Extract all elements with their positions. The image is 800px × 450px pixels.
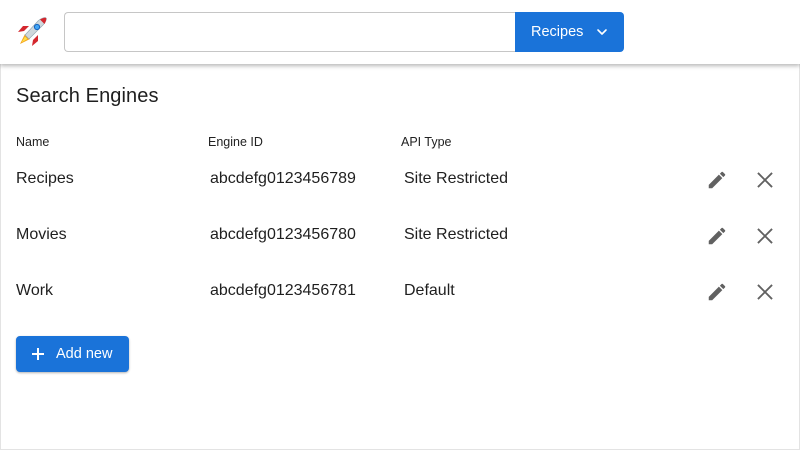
engine-select-button[interactable]: Recipes: [515, 12, 624, 52]
close-icon: [757, 172, 773, 188]
content-frame: [0, 64, 800, 450]
edit-button[interactable]: [705, 280, 729, 304]
table-row: Recipes abcdefg0123456789 Site Restricte…: [0, 160, 800, 200]
row-api-type: Default: [404, 282, 455, 299]
pencil-icon: [708, 171, 726, 189]
page-title: Search Engines: [16, 85, 159, 107]
pencil-icon: [708, 283, 726, 301]
add-new-label: Add new: [56, 346, 113, 362]
delete-button[interactable]: [753, 280, 777, 304]
plus-icon: [32, 348, 44, 360]
row-name: Work: [16, 282, 54, 299]
row-engine-id: abcdefg0123456780: [210, 226, 356, 243]
delete-button[interactable]: [753, 224, 777, 248]
edit-button[interactable]: [705, 224, 729, 248]
row-name: Movies: [16, 226, 67, 243]
edit-button[interactable]: [705, 168, 729, 192]
app-header: Recipes: [0, 0, 800, 64]
row-engine-id: abcdefg0123456789: [210, 170, 356, 187]
column-header-api-type: API Type: [401, 135, 452, 149]
table-row: Work abcdefg0123456781 Default: [0, 272, 800, 312]
add-new-button[interactable]: Add new: [16, 336, 129, 372]
rocket-icon[interactable]: [14, 14, 50, 50]
column-header-name: Name: [16, 135, 50, 149]
delete-button[interactable]: [753, 168, 777, 192]
row-api-type: Site Restricted: [404, 170, 509, 187]
chevron-down-icon: [597, 29, 607, 35]
row-name: Recipes: [16, 170, 74, 187]
table-row: Movies abcdefg0123456780 Site Restricted: [0, 216, 800, 256]
search-input[interactable]: [64, 12, 516, 52]
engine-select-label: Recipes: [531, 24, 584, 40]
close-icon: [757, 284, 773, 300]
close-icon: [757, 228, 773, 244]
column-header-engine-id: Engine ID: [208, 135, 263, 149]
row-api-type: Site Restricted: [404, 226, 509, 243]
pencil-icon: [708, 227, 726, 245]
row-engine-id: abcdefg0123456781: [210, 282, 356, 299]
